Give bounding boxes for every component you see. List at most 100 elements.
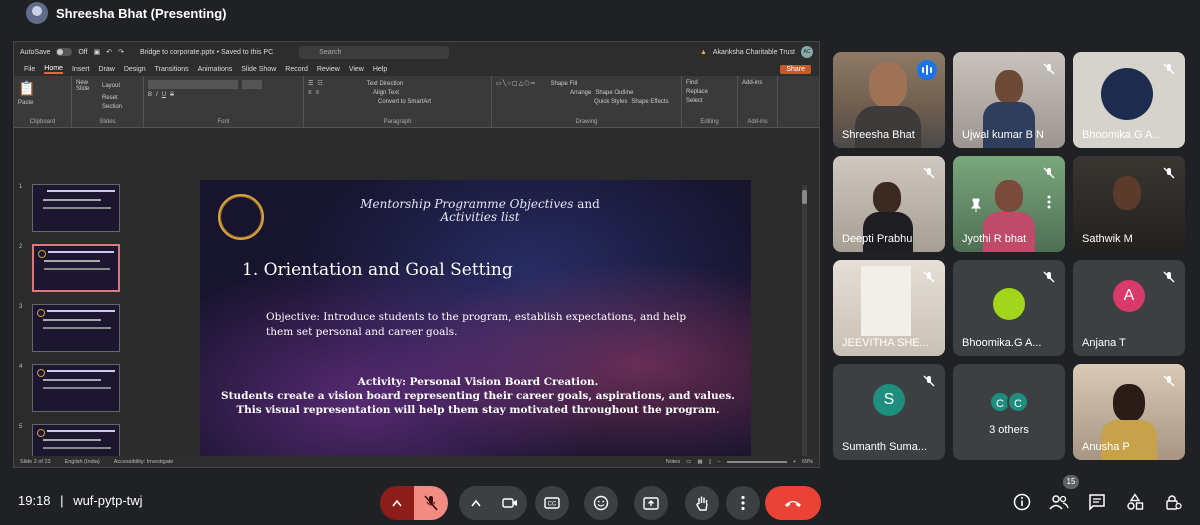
normal-view-icon[interactable]: ▭	[686, 459, 691, 465]
select-button[interactable]: Select	[686, 98, 703, 104]
leave-call-button[interactable]	[765, 486, 821, 520]
chat-button[interactable]	[1087, 492, 1107, 512]
slide-thumbnail-selected[interactable]	[32, 244, 120, 292]
participant-tile[interactable]: Sathwik M	[1073, 156, 1185, 252]
raise-hand-button[interactable]	[685, 486, 719, 520]
convert-smartart-button[interactable]: Convert to SmartArt	[378, 99, 431, 105]
slide-thumbnail[interactable]	[32, 184, 120, 232]
present-button[interactable]	[634, 486, 668, 520]
arrange-button[interactable]: Arrange	[570, 90, 591, 96]
ppt-share-button[interactable]: Share	[780, 64, 811, 74]
italic-icon[interactable]: I	[156, 92, 158, 98]
more-vert-icon	[741, 495, 745, 511]
zoom-level[interactable]: 69%	[802, 459, 813, 465]
menu-record[interactable]: Record	[285, 66, 308, 73]
more-options-icon[interactable]	[1041, 194, 1057, 210]
bullets-icon[interactable]: ☰	[308, 80, 313, 87]
participant-tile[interactable]: Ujwal kumar B N	[953, 52, 1065, 148]
ribbon-editing: Find Replace Select Editing	[682, 76, 738, 127]
align-text-button[interactable]: Align Text	[373, 90, 399, 96]
people-button[interactable]	[1049, 492, 1069, 512]
menu-draw[interactable]: Draw	[98, 66, 114, 73]
new-slide-button[interactable]: New Slide	[76, 80, 98, 92]
find-button[interactable]: Find	[686, 80, 698, 86]
menu-animations[interactable]: Animations	[198, 66, 233, 73]
chevron-up-icon	[392, 499, 402, 507]
save-icon[interactable]: ▣	[94, 48, 101, 56]
menu-review[interactable]: Review	[317, 66, 340, 73]
menu-transitions[interactable]: Transitions	[155, 66, 189, 73]
menu-slideshow[interactable]: Slide Show	[241, 66, 276, 73]
layout-button[interactable]: Layout	[102, 83, 120, 89]
participant-tile[interactable]: Jyothi R bhat	[953, 156, 1065, 252]
font-size-select[interactable]	[242, 80, 262, 89]
activities-button[interactable]	[1125, 492, 1145, 512]
notes-button[interactable]: Notes	[666, 459, 680, 465]
quick-styles-button[interactable]: Quick Styles	[594, 99, 627, 105]
underline-icon[interactable]: U	[162, 92, 166, 98]
ribbon-cap-editing: Editing	[700, 119, 719, 125]
editor-scrollbar[interactable]	[802, 185, 807, 467]
bold-icon[interactable]: B	[148, 92, 152, 98]
font-family-select[interactable]	[148, 80, 238, 89]
numbering-icon[interactable]: ☷	[317, 80, 322, 87]
accessibility-status[interactable]: Accessibility: Investigate	[114, 459, 174, 465]
audio-options-button[interactable]	[380, 486, 414, 520]
participant-tile[interactable]: Deepti Prabhu	[833, 156, 945, 252]
section-button[interactable]: Section	[102, 104, 122, 110]
shape-effects-button[interactable]: Shape Effects	[631, 99, 668, 105]
slide-thumbnail[interactable]	[32, 304, 120, 352]
strike-icon[interactable]: S	[170, 92, 174, 98]
text-direction-button[interactable]: Text Direction	[367, 81, 403, 87]
shapes-gallery-icon[interactable]: ▭╲○▢△⬠⇨	[496, 80, 536, 87]
mic-toggle-button[interactable]	[414, 486, 448, 520]
sorter-view-icon[interactable]: ▦	[697, 459, 702, 465]
meeting-details-button[interactable]	[1012, 492, 1032, 512]
host-controls-button[interactable]	[1163, 492, 1183, 512]
others-tile[interactable]: C C 3 others	[953, 364, 1065, 460]
reading-view-icon[interactable]: ▯	[709, 459, 712, 465]
participant-tile[interactable]: Bhoomika.G A...	[1073, 52, 1185, 148]
participant-tile[interactable]: A Anjana T	[1073, 260, 1185, 356]
menu-insert[interactable]: Insert	[72, 66, 90, 73]
zoom-in-icon[interactable]: +	[793, 459, 796, 465]
clock-time: 19:18	[18, 493, 51, 508]
autosave-toggle[interactable]	[56, 48, 73, 56]
menu-file[interactable]: File	[24, 66, 35, 73]
participant-tile[interactable]: Anusha P	[1073, 364, 1185, 460]
language-status[interactable]: English (India)	[65, 459, 100, 465]
align-center-icon[interactable]: ≡	[316, 90, 320, 96]
current-slide[interactable]: Mentorship Programme Objectives and Acti…	[200, 180, 751, 467]
shape-outline-button[interactable]: Shape Outline	[595, 90, 633, 96]
undo-icon[interactable]: ↶	[106, 48, 112, 56]
shared-screen: AutoSave Off ▣ ↶ ↷ Bridge to corporate.p…	[13, 41, 820, 468]
menu-design[interactable]: Design	[124, 66, 146, 73]
paste-button[interactable]: Paste	[18, 100, 67, 106]
slide-objective: Objective: Introduce students to the pro…	[266, 311, 687, 338]
pin-icon[interactable]	[965, 194, 987, 216]
zoom-slider[interactable]	[726, 460, 787, 463]
shape-fill-button[interactable]: Shape Fill	[550, 81, 577, 87]
menu-home[interactable]: Home	[44, 65, 63, 74]
menu-view[interactable]: View	[349, 66, 364, 73]
align-left-icon[interactable]: ≡	[308, 90, 312, 96]
participant-tile[interactable]: Shreesha Bhat	[833, 52, 945, 148]
redo-icon[interactable]: ↷	[118, 48, 124, 56]
addins-button[interactable]: Add-ins	[742, 80, 762, 86]
account[interactable]: ▲ Akanksha Charitable Trust AC	[700, 46, 813, 58]
menu-help[interactable]: Help	[373, 66, 387, 73]
reset-button[interactable]: Reset	[102, 95, 118, 101]
replace-button[interactable]: Replace	[686, 89, 708, 95]
slide-thumbnail[interactable]	[32, 364, 120, 412]
participant-tile[interactable]: S Sumanth Suma...	[833, 364, 945, 460]
camera-toggle-button[interactable]	[493, 486, 527, 520]
captions-button[interactable]: CC	[535, 486, 569, 520]
video-options-button[interactable]	[459, 486, 493, 520]
zoom-out-icon[interactable]: −	[718, 459, 721, 465]
participant-tile[interactable]: Bhoomika.G A...	[953, 260, 1065, 356]
participant-tile[interactable]: JEEVITHA SHE...	[833, 260, 945, 356]
ppt-search[interactable]: Search	[299, 45, 450, 59]
more-options-button[interactable]	[726, 486, 760, 520]
paste-icon[interactable]: 📋	[18, 80, 35, 97]
reactions-button[interactable]	[584, 486, 618, 520]
